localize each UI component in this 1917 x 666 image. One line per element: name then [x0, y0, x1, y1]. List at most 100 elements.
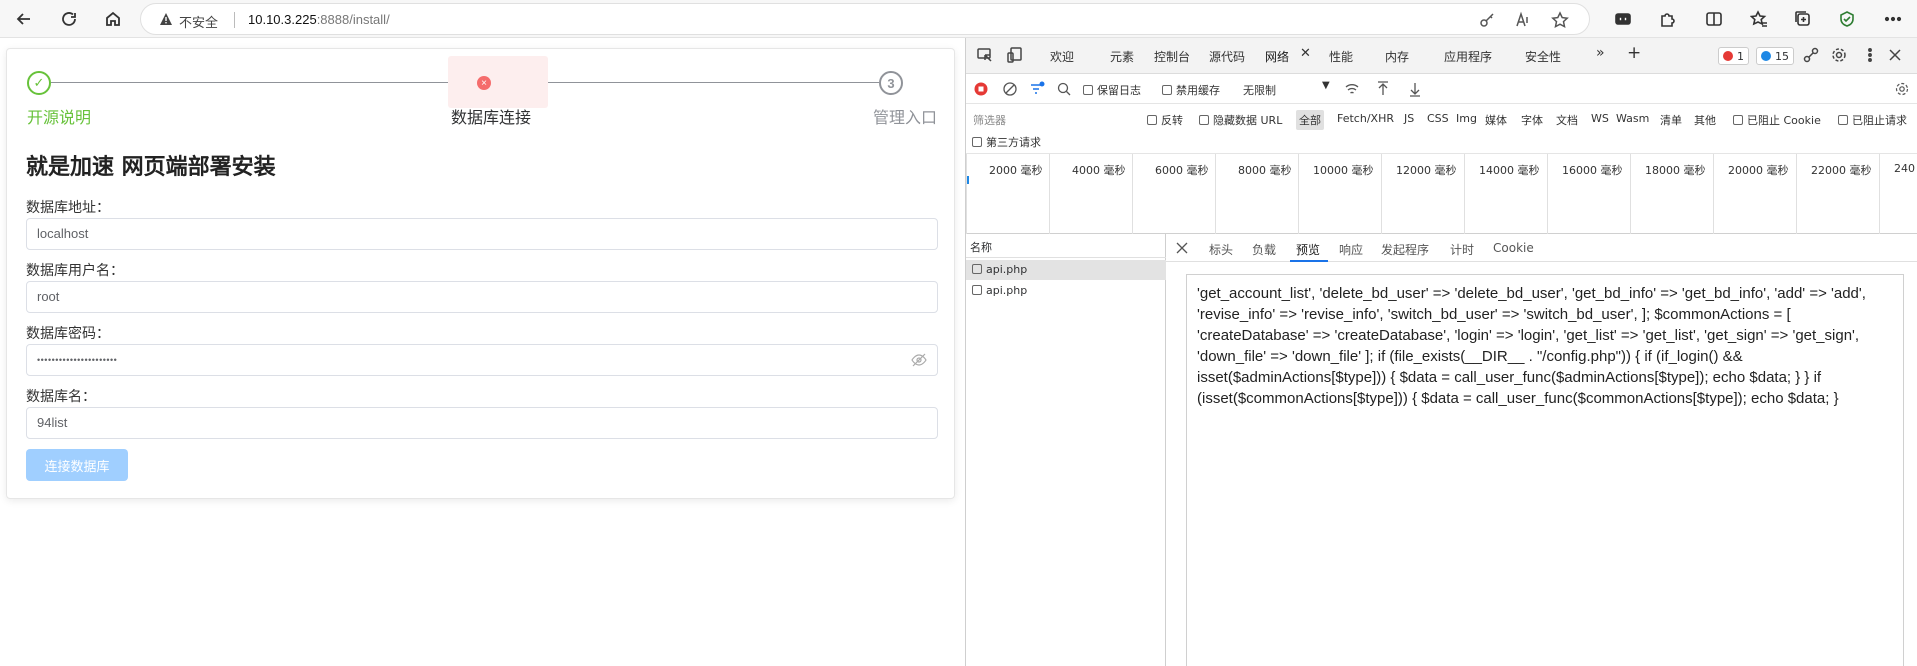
type-filter-ws[interactable]: WS [1591, 112, 1609, 125]
tab-performance[interactable]: 性能 [1329, 48, 1353, 65]
connect-database-button[interactable]: 连接数据库 [26, 449, 128, 481]
extension-icon[interactable] [1612, 8, 1634, 30]
filter-funnel-icon[interactable] [1029, 81, 1045, 97]
type-filter-media[interactable]: 媒体 [1485, 112, 1507, 128]
network-timeline[interactable]: 2000 毫秒 4000 毫秒 6000 毫秒 8000 毫秒 10000 毫秒… [966, 154, 1917, 234]
db-host-input[interactable]: localhost [26, 218, 938, 250]
read-aloud-icon[interactable] [1514, 11, 1532, 29]
tab-headers[interactable]: 标头 [1209, 241, 1233, 258]
import-har-icon[interactable] [1376, 81, 1390, 97]
reload-button[interactable] [56, 7, 82, 31]
tab-welcome[interactable]: 欢迎 [1050, 48, 1074, 65]
close-devtools-icon[interactable] [1886, 46, 1906, 66]
tab-initiator[interactable]: 发起程序 [1381, 241, 1429, 258]
throttle-select[interactable]: 无限制 [1243, 82, 1276, 98]
browser-toolbar: 不安全 10.10.3.225:8888/install/ [0, 0, 1917, 38]
error-badge[interactable]: 1 [1718, 47, 1749, 65]
type-filter-fetch-xhr[interactable]: Fetch/XHR [1337, 112, 1394, 125]
split-screen-icon[interactable] [1703, 8, 1725, 30]
address-bar[interactable]: 不安全 10.10.3.225:8888/install/ [140, 3, 1590, 35]
url-path: :8888/install/ [316, 12, 390, 27]
clear-icon[interactable] [1003, 82, 1017, 96]
type-filter-doc[interactable]: 文档 [1556, 112, 1578, 128]
preserve-log-checkbox[interactable]: 保留日志 [1083, 82, 1141, 98]
timeline-cell: 8000 毫秒 [1215, 154, 1298, 234]
tab-response[interactable]: 响应 [1339, 241, 1363, 258]
home-icon [106, 11, 120, 26]
tab-application[interactable]: 应用程序 [1444, 48, 1492, 65]
tab-elements[interactable]: 元素 [1110, 48, 1134, 65]
browser-essentials-icon[interactable] [1836, 8, 1858, 30]
tab-cookie[interactable]: Cookie [1493, 241, 1534, 255]
response-preview[interactable]: 'get_account_list', 'delete_bd_user' => … [1186, 274, 1904, 666]
close-network-tab-icon[interactable]: ✕ [1300, 46, 1311, 61]
tab-console[interactable]: 控制台 [1154, 48, 1190, 65]
type-filter-all[interactable]: 全部 [1296, 110, 1324, 130]
network-settings-icon[interactable] [1894, 81, 1910, 97]
home-button[interactable] [100, 7, 126, 31]
type-filter-wasm[interactable]: Wasm [1616, 112, 1649, 125]
step-line-2 [508, 82, 879, 83]
type-filter-manifest[interactable]: 清单 [1660, 112, 1682, 128]
type-filter-js[interactable]: JS [1404, 112, 1414, 125]
request-row[interactable]: api.php [966, 281, 1166, 301]
step-3-label: 管理入口 [873, 108, 938, 127]
tab-sources[interactable]: 源代码 [1209, 48, 1245, 65]
network-conditions-icon[interactable] [1344, 81, 1360, 97]
timeline-cell: 18000 毫秒 [1630, 154, 1713, 234]
connect-device-icon[interactable] [1802, 46, 1822, 66]
back-button[interactable] [11, 7, 37, 31]
hide-data-url-checkbox[interactable]: 隐藏数据 URL [1199, 112, 1282, 128]
favorites-icon[interactable] [1748, 8, 1770, 30]
message-badge[interactable]: 15 [1756, 47, 1794, 65]
device-emulation-icon[interactable] [1006, 46, 1026, 66]
key-icon[interactable] [1478, 11, 1496, 29]
tab-security[interactable]: 安全性 [1525, 48, 1561, 65]
more-tabs-icon[interactable]: » [1596, 45, 1605, 61]
filter-input[interactable]: 筛选器 [971, 109, 1141, 129]
favorite-star-icon[interactable] [1551, 11, 1569, 29]
more-menu-icon[interactable] [1882, 8, 1904, 30]
type-filter-css[interactable]: CSS [1427, 112, 1449, 125]
tab-payload[interactable]: 负载 [1252, 241, 1276, 258]
tab-network[interactable]: 网络 [1265, 48, 1289, 65]
devtools-menu-icon[interactable] [1861, 46, 1881, 66]
disable-cache-checkbox[interactable]: 禁用缓存 [1162, 82, 1220, 98]
export-har-icon[interactable] [1408, 81, 1422, 97]
inspect-element-icon[interactable] [976, 46, 996, 66]
page-title: 就是加速 网页端部署安装 [26, 155, 276, 180]
warning-icon [160, 13, 172, 25]
tab-memory[interactable]: 内存 [1385, 48, 1409, 65]
tab-preview[interactable]: 预览 [1296, 241, 1320, 258]
timeline-label: 14000 毫秒 [1479, 164, 1540, 177]
search-icon[interactable] [1057, 82, 1071, 96]
tab-timing[interactable]: 计时 [1450, 241, 1474, 258]
timeline-cell: 14000 毫秒 [1464, 154, 1547, 234]
type-filter-other[interactable]: 其他 [1694, 112, 1716, 128]
type-filter-img[interactable]: Img [1456, 112, 1477, 125]
db-password-input[interactable]: •••••••••••••••••••••• [26, 344, 938, 376]
timeline-cell: 22000 毫秒 [1796, 154, 1879, 234]
eye-hidden-icon[interactable] [911, 353, 927, 367]
checkbox-icon [972, 137, 982, 147]
collections-icon[interactable] [1792, 8, 1814, 30]
blocked-requests-checkbox[interactable]: 已阻止请求 [1838, 112, 1907, 128]
invert-checkbox[interactable]: 反转 [1147, 112, 1183, 128]
settings-gear-icon[interactable] [1830, 46, 1850, 66]
name-column-header[interactable]: 名称 [966, 234, 1166, 258]
db-name-input[interactable]: 94list [26, 407, 938, 439]
throttle-dropdown-icon[interactable]: ▼ [1322, 80, 1330, 91]
add-tab-icon[interactable]: + [1627, 43, 1641, 63]
db-host-label: 数据库地址： [26, 200, 110, 216]
blocked-cookies-checkbox[interactable]: 已阻止 Cookie [1733, 112, 1821, 128]
db-user-input[interactable]: root [26, 281, 938, 313]
third-party-checkbox[interactable]: 第三方请求 [972, 134, 1041, 150]
close-detail-icon[interactable] [1176, 242, 1188, 254]
type-filter-font[interactable]: 字体 [1521, 112, 1543, 128]
file-icon [972, 264, 982, 274]
timeline-cell: 12000 毫秒 [1381, 154, 1464, 234]
record-stop-icon[interactable] [974, 82, 988, 96]
puzzle-extensions-icon[interactable] [1656, 8, 1678, 30]
db-password-label: 数据库密码： [26, 326, 110, 342]
request-row[interactable]: api.php [966, 260, 1166, 280]
